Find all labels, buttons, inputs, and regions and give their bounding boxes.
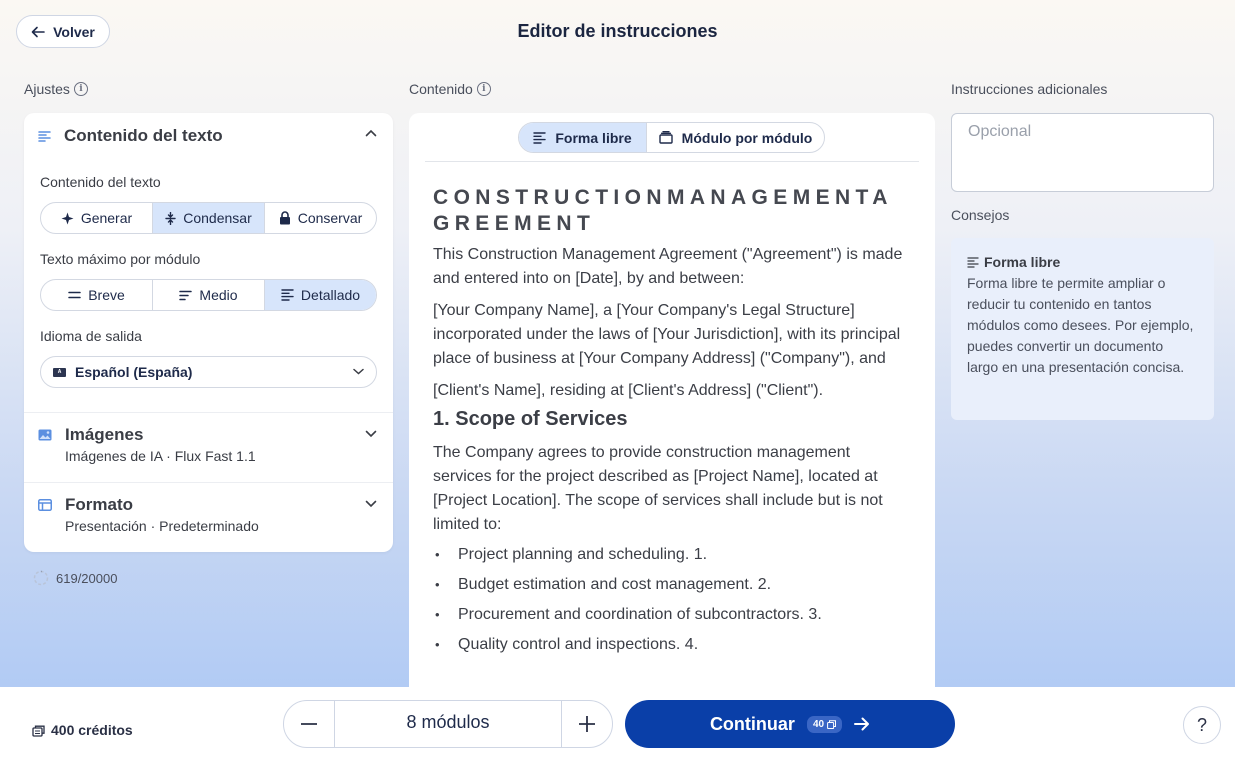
arrow-right-icon <box>854 717 870 731</box>
max-text-selector: Breve Medio Detallado <box>40 279 377 311</box>
content-panel: Forma libre Módulo por módulo CONSTRUCTI… <box>409 113 935 693</box>
placeholder-text: Opcional <box>968 123 1032 140</box>
option-label: Condensar <box>183 210 252 226</box>
detailed-lines-icon <box>281 289 294 301</box>
sparkle-icon <box>61 212 74 225</box>
document-heading: CONSTRUCTIONMANAGEMENTAGREEMENT <box>433 186 893 235</box>
tip-title: Forma libre <box>984 254 1061 270</box>
content-section-label: Contenido i <box>409 81 491 97</box>
output-language-label: Idioma de salida <box>40 328 142 344</box>
layout-icon <box>38 499 52 511</box>
help-button[interactable]: ? <box>1183 706 1221 744</box>
option-label: Detallado <box>300 287 361 303</box>
content-label-text: Contenido <box>409 81 473 97</box>
images-section[interactable]: Imágenes Imágenes de IA · Flux Fast 1.1 <box>38 425 379 464</box>
page-title: Editor de instrucciones <box>517 21 718 41</box>
list-item: Budget estimation and cost management. 2… <box>433 575 913 595</box>
document-editor[interactable]: CONSTRUCTIONMANAGEMENTAGREEMENT This Con… <box>433 185 913 665</box>
text-content-header[interactable]: Contenido del texto <box>38 125 379 147</box>
cost-value: 40 <box>812 718 825 730</box>
additional-instructions-input[interactable]: Opcional <box>951 113 1214 192</box>
divider <box>24 482 393 483</box>
option-detallado[interactable]: Detallado <box>265 280 376 310</box>
decrement-button[interactable] <box>284 701 334 747</box>
cost-badge: 40 <box>806 715 843 733</box>
increment-button[interactable] <box>562 701 612 747</box>
condense-icon <box>165 211 176 225</box>
chevron-up-icon[interactable] <box>365 129 377 137</box>
text-content-selector: Generar Condensar Conservar <box>40 202 377 234</box>
settings-card: Contenido del texto Contenido del texto … <box>24 113 393 552</box>
option-label: Medio <box>199 287 238 303</box>
tips-label: Consejos <box>951 207 1010 223</box>
format-title: Formato <box>65 495 133 514</box>
section-heading: 1. Scope of Services <box>433 408 628 430</box>
tip-card: Forma libre Forma libre te permite ampli… <box>951 238 1214 420</box>
divider <box>425 161 919 162</box>
option-label: Breve <box>88 287 125 303</box>
chevron-down-icon <box>365 430 377 438</box>
short-lines-icon <box>68 291 81 299</box>
bottom-bar: 400 créditos 8 módulos Continuar 40 ? <box>0 687 1235 760</box>
module-count-value[interactable]: 8 módulos <box>334 701 562 747</box>
format-section[interactable]: Formato Presentación · Predeterminado <box>38 495 379 534</box>
module-count-stepper: 8 módulos <box>283 700 613 748</box>
chevron-down-icon <box>353 368 364 375</box>
coins-icon <box>32 724 46 737</box>
list-item: Project planning and scheduling. 1. <box>433 545 913 565</box>
format-desc: Presentación · Predeterminado <box>65 518 259 534</box>
list-item: Quality control and inspections. 4. <box>433 635 913 655</box>
settings-label-text: Ajustes <box>24 81 70 97</box>
language-flag-icon: A <box>53 367 66 377</box>
option-generar[interactable]: Generar <box>41 203 153 233</box>
image-icon <box>38 429 52 441</box>
paragraph: The Company agrees to provide constructi… <box>433 444 883 533</box>
mode-label: Módulo por módulo <box>681 129 813 146</box>
credits-text: 400 créditos <box>51 722 133 738</box>
option-condensar[interactable]: Condensar <box>153 203 265 233</box>
text-content-title: Contenido del texto <box>64 126 223 145</box>
option-label: Generar <box>80 210 133 226</box>
option-medio[interactable]: Medio <box>153 280 265 310</box>
continue-label: Continuar <box>709 713 795 734</box>
settings-section-label: Ajustes i <box>24 81 88 97</box>
option-conservar[interactable]: Conservar <box>265 203 376 233</box>
coins-icon <box>827 719 837 729</box>
mode-toggle: Forma libre Módulo por módulo <box>518 122 825 153</box>
chevron-down-icon <box>365 500 377 508</box>
language-value: Español (España) <box>75 364 193 380</box>
info-icon[interactable]: i <box>73 82 88 96</box>
text-lines-icon <box>967 256 979 268</box>
bullet-list: Project planning and scheduling. 1. Budg… <box>433 545 913 655</box>
mode-free-form[interactable]: Forma libre <box>519 123 647 152</box>
paragraph: [Your Company Name], a [Your Company's L… <box>433 302 901 367</box>
stack-icon <box>658 131 673 144</box>
lock-icon <box>279 211 291 225</box>
option-breve[interactable]: Breve <box>41 280 153 310</box>
images-title: Imágenes <box>65 425 144 444</box>
mode-label: Forma libre <box>555 129 632 146</box>
continue-button[interactable]: Continuar 40 <box>625 700 955 748</box>
language-select[interactable]: A Español (España) <box>40 356 377 388</box>
text-content-field-label: Contenido del texto <box>40 174 161 190</box>
paragraph: [Client's Name], residing at [Client's A… <box>433 382 824 399</box>
medium-lines-icon <box>179 290 193 301</box>
info-icon[interactable]: i <box>476 82 491 96</box>
text-lines-icon <box>38 130 51 142</box>
option-label: Conservar <box>297 210 363 226</box>
tip-body: Forma libre te permite ampliar o reducir… <box>967 275 1194 375</box>
list-item: Procurement and coordination of subcontr… <box>433 605 913 625</box>
images-desc: Imágenes de IA · Flux Fast 1.1 <box>65 448 256 464</box>
divider <box>24 412 393 413</box>
progress-ring-icon <box>33 570 49 586</box>
text-lines-icon <box>533 131 547 144</box>
extra-instructions-label: Instrucciones adicionales <box>951 81 1108 97</box>
max-text-label: Texto máximo por módulo <box>40 251 201 267</box>
paragraph: This Construction Management Agreement (… <box>433 246 903 287</box>
credits-display: 400 créditos <box>32 722 133 738</box>
counter-text: 619/20000 <box>56 570 118 586</box>
character-counter: 619/20000 <box>33 570 117 586</box>
mode-module-by-module[interactable]: Módulo por módulo <box>647 123 824 152</box>
